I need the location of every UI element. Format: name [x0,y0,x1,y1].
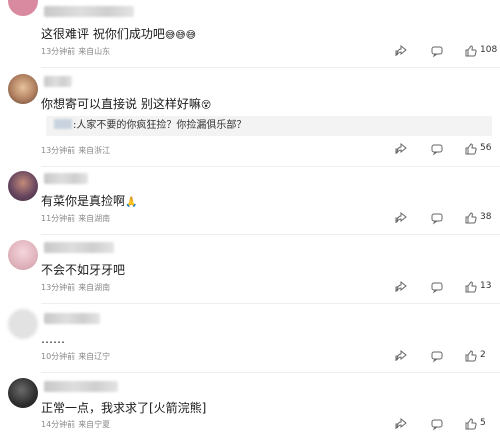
like-count: 5 [480,418,486,428]
comment-item: 这很难评 祝你们成功吧😅😅😅 13分钟前 来自山东 108 [0,0,500,68]
avatar[interactable] [8,0,38,16]
divider [41,234,500,235]
divider [41,372,500,373]
username-blurred[interactable] [44,6,134,17]
comment-location: 来自湖南 [78,283,111,292]
comment-meta: 13分钟前 来自湖南 [41,282,110,293]
avatar[interactable] [8,171,38,201]
username-blurred[interactable] [44,173,88,184]
comment-time: 13分钟前 [41,47,76,56]
comment-actions: 13 [380,280,500,294]
avatar[interactable] [8,240,38,270]
emoji-laugh-icon: 😅😅😅 [164,30,197,41]
comment-meta: 13分钟前 来自山东 [41,46,110,57]
comment-item: 你想寄可以直接说 别这样好嘛😵 :人家不要的你疯狂捡？你捡漏俱乐部？ 13分钟前… [0,68,500,167]
comment-actions: 5 [380,417,500,431]
comment-text: 不会不如牙牙吧 [41,263,126,277]
avatar[interactable] [8,74,38,104]
reply-icon[interactable] [430,280,444,294]
like-count: 38 [480,212,492,222]
like-icon[interactable] [464,211,478,225]
reply-icon[interactable] [430,211,444,225]
like-icon[interactable] [464,280,478,294]
comment-item: …… 10分钟前 来自辽宁 2 [0,305,500,373]
emoji-dizzy-icon: 😵 [200,100,212,111]
share-icon[interactable] [394,211,408,225]
comment-text: 这很难评 祝你们成功吧😅😅😅 [41,27,197,41]
avatar[interactable] [8,309,38,339]
comment-item: 不会不如牙牙吧 13分钟前 来自湖南 13 [0,236,500,304]
comment-item: 正常一点，我求求了[火箭浣熊] 14分钟前 来自宁夏 5 [0,374,500,440]
like-icon[interactable] [464,142,478,156]
like-icon[interactable] [464,349,478,363]
comment-meta: 11分钟前 来自湖南 [41,213,110,224]
username-blurred[interactable] [44,76,72,87]
comment-time: 14分钟前 [41,420,76,429]
comment-time: 13分钟前 [41,146,76,155]
emoji-pray-icon: 🙏 [125,197,138,208]
comment-time: 10分钟前 [41,352,76,361]
comment-meta: 13分钟前 来自浙江 [41,145,110,156]
username-blurred[interactable] [44,313,100,324]
avatar[interactable] [8,378,38,408]
comment-location: 来自湖南 [78,214,111,223]
reply-icon[interactable] [430,44,444,58]
comment-actions: 2 [380,349,500,363]
quoted-reply-text: :人家不要的你疯狂捡？你捡漏俱乐部？ [73,120,247,131]
comment-location: 来自辽宁 [78,352,111,361]
comment-location: 来自浙江 [78,146,111,155]
reply-icon[interactable] [430,417,444,431]
comment-text: 正常一点，我求求了[火箭浣熊] [41,401,207,415]
like-count: 13 [480,281,492,291]
comment-actions: 108 [380,44,500,58]
like-count: 56 [480,143,492,153]
share-icon[interactable] [394,142,408,156]
comment-time: 13分钟前 [41,283,76,292]
like-icon[interactable] [464,44,478,58]
comment-text: 你想寄可以直接说 别这样好嘛😵 [41,97,212,111]
username-blurred[interactable] [44,242,114,253]
comment-meta: 10分钟前 来自辽宁 [41,351,110,362]
comment-location: 来自山东 [78,47,111,56]
comment-meta: 14分钟前 来自宁夏 [41,419,110,430]
divider [41,303,500,304]
share-icon[interactable] [394,44,408,58]
comment-item: 有菜你是真捡啊🙏 11分钟前 来自湖南 38 [0,167,500,235]
comment-text: 有菜你是真捡啊🙏 [41,194,138,208]
reply-icon[interactable] [430,142,444,156]
comment-actions: 56 [380,142,500,156]
share-icon[interactable] [394,417,408,431]
quoted-username-blurred[interactable] [54,119,72,129]
share-icon[interactable] [394,349,408,363]
like-count: 2 [480,350,486,360]
reply-icon[interactable] [430,349,444,363]
quoted-reply[interactable]: :人家不要的你疯狂捡？你捡漏俱乐部？ [46,116,492,136]
share-icon[interactable] [394,280,408,294]
username-blurred[interactable] [44,381,118,392]
comment-time: 11分钟前 [41,214,76,223]
comment-actions: 38 [380,211,500,225]
comment-location: 来自宁夏 [78,420,111,429]
like-icon[interactable] [464,417,478,431]
like-count: 108 [480,45,498,55]
comment-text: …… [41,332,65,346]
